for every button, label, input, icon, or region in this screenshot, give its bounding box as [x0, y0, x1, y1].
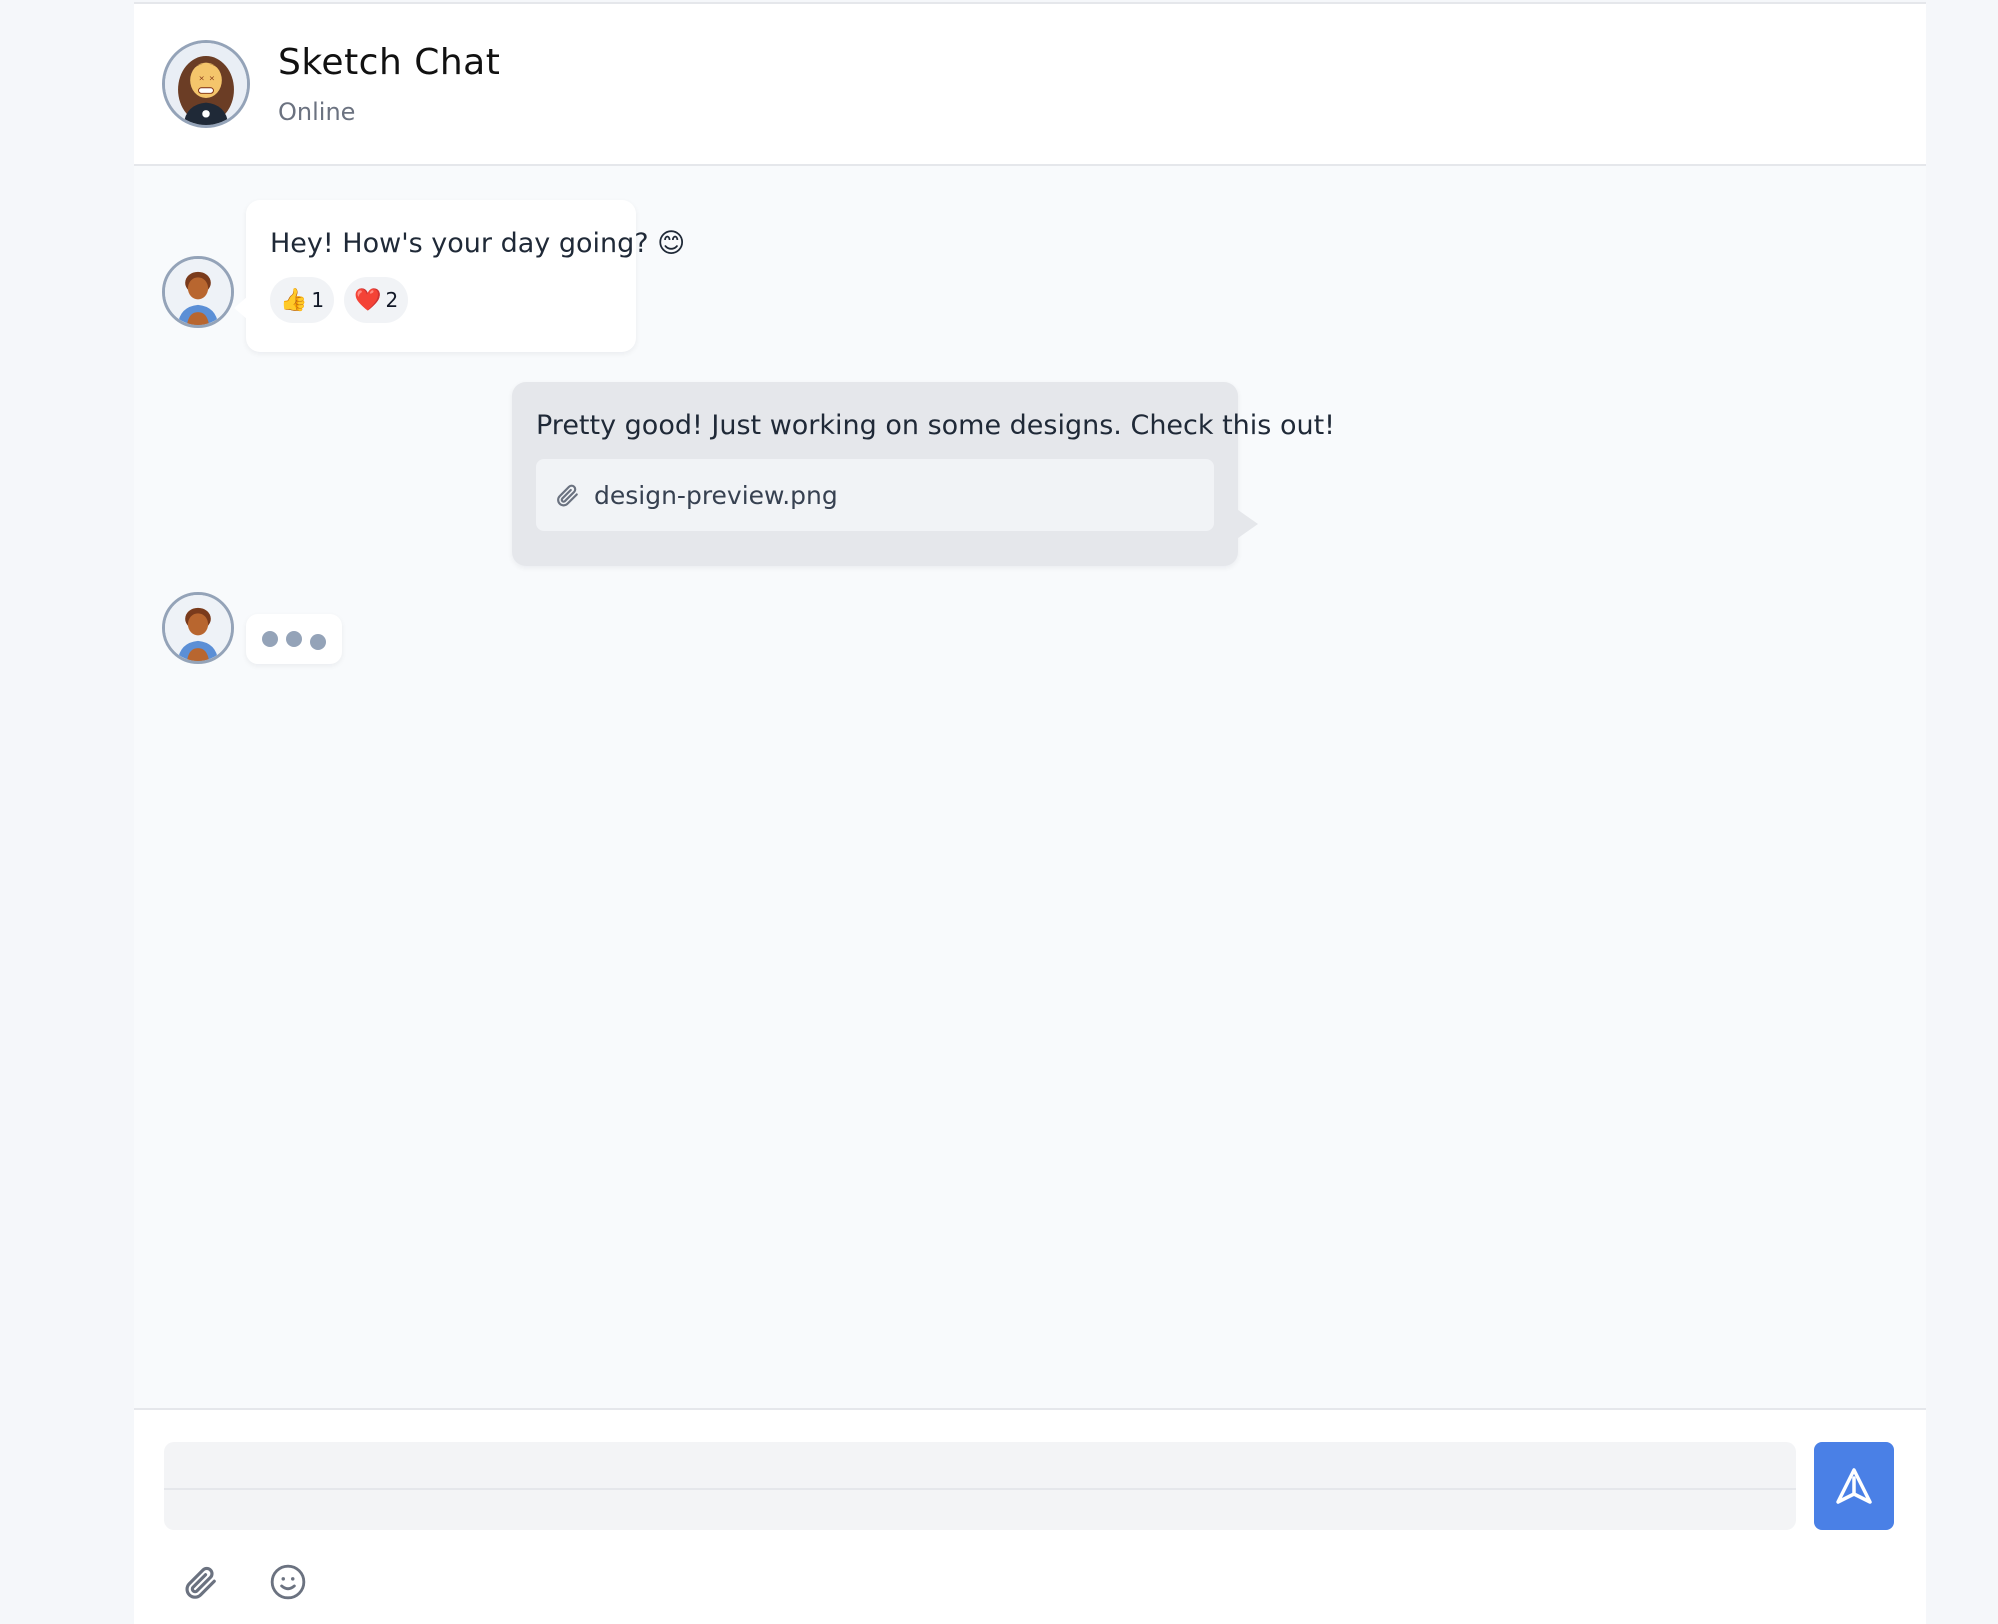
heart-icon: ❤️ [354, 287, 382, 313]
reaction-heart[interactable]: ❤️ 2 [344, 277, 409, 323]
message-composer [134, 1408, 1926, 1624]
smiley-icon [270, 1564, 306, 1600]
message-bubble-outgoing[interactable]: Pretty good! Just working on some design… [512, 382, 1335, 566]
input-divider [164, 1488, 1796, 1490]
emoji-button[interactable] [266, 1560, 310, 1604]
message-text: Pretty good! Just working on some design… [536, 410, 1335, 441]
thumbs-up-icon: 👍 [280, 287, 308, 313]
typing-dot [310, 634, 326, 650]
message-text: Hey! How's your day going? 😊 [270, 228, 686, 259]
file-attachment[interactable]: design-preview.png [536, 459, 1214, 531]
typing-indicator [246, 614, 342, 664]
chat-title: Sketch Chat [278, 42, 501, 83]
typing-dot [262, 631, 278, 647]
message-list: Hey! How's your day going? 😊 👍 1 ❤️ 2 Pr… [134, 166, 1926, 1406]
message-input[interactable] [164, 1442, 1796, 1530]
girl-avatar-icon [165, 259, 231, 325]
sender-avatar[interactable] [162, 256, 234, 328]
message-bubble-incoming[interactable]: Hey! How's your day going? 😊 👍 1 ❤️ 2 [234, 200, 686, 352]
reaction-count: 1 [311, 288, 325, 312]
paperclip-icon [185, 1566, 216, 1599]
girl-avatar-icon [165, 595, 231, 661]
typing-dot [286, 631, 302, 647]
reaction-count: 2 [385, 288, 399, 312]
svg-text:×: × [199, 73, 205, 82]
reaction-thumbs-up[interactable]: 👍 1 [270, 277, 335, 323]
attachment-filename: design-preview.png [594, 480, 838, 510]
send-button[interactable] [1814, 1442, 1894, 1530]
reaction-bar: 👍 1 ❤️ 2 [270, 277, 612, 323]
chat-window: × × Sketch Chat Online Hey! How's your d… [134, 2, 1926, 1624]
paperclip-icon [557, 484, 578, 507]
woman-avatar-icon: × × [165, 43, 247, 125]
send-icon [1836, 1468, 1872, 1504]
sender-avatar[interactable] [162, 592, 234, 664]
online-status: Online [278, 98, 356, 126]
contact-avatar[interactable]: × × [162, 40, 250, 128]
svg-text:×: × [209, 73, 215, 82]
chat-header: × × Sketch Chat Online [134, 4, 1926, 166]
attach-button[interactable] [178, 1560, 222, 1604]
